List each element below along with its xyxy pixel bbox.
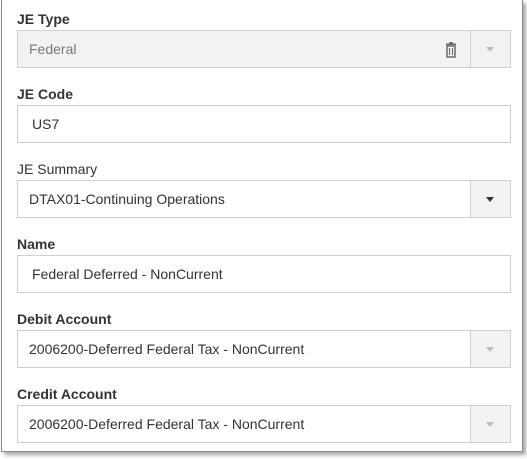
je-code-input[interactable]: US7 xyxy=(17,105,511,143)
credit-account-value: 2006200-Deferred Federal Tax - NonCurren… xyxy=(29,416,305,432)
credit-account-select[interactable]: 2006200-Deferred Federal Tax - NonCurren… xyxy=(17,405,511,443)
chevron-down-icon xyxy=(486,347,494,352)
je-code-label: JE Code xyxy=(17,86,74,102)
je-type-label: JE Type xyxy=(17,11,70,27)
debit-account-label: Debit Account xyxy=(17,311,112,327)
name-label: Name xyxy=(17,236,56,252)
je-type-value: Federal xyxy=(29,41,77,57)
credit-account-label: Credit Account xyxy=(17,386,117,402)
je-summary-value: DTAX01-Continuing Operations xyxy=(29,191,225,207)
je-summary-label: JE Summary xyxy=(17,161,98,177)
name-input[interactable]: Federal Deferred - NonCurrent xyxy=(17,255,511,293)
journal-entry-form: JE Type Federal JE Code US7 JE Summary D… xyxy=(1,0,523,452)
debit-account-dropdown-button[interactable] xyxy=(470,331,510,367)
chevron-down-icon xyxy=(486,197,494,202)
trash-icon[interactable] xyxy=(444,42,458,58)
je-type-select: Federal xyxy=(17,30,511,68)
chevron-down-icon xyxy=(486,47,494,52)
je-summary-dropdown-button[interactable] xyxy=(470,181,510,217)
je-type-dropdown-button xyxy=(470,31,510,67)
je-code-value: US7 xyxy=(32,116,60,132)
chevron-down-icon xyxy=(486,422,494,427)
debit-account-select[interactable]: 2006200-Deferred Federal Tax - NonCurren… xyxy=(17,330,511,368)
je-summary-select[interactable]: DTAX01-Continuing Operations xyxy=(17,180,511,218)
debit-account-value: 2006200-Deferred Federal Tax - NonCurren… xyxy=(29,341,305,357)
credit-account-dropdown-button[interactable] xyxy=(470,406,510,442)
name-value: Federal Deferred - NonCurrent xyxy=(32,266,223,282)
